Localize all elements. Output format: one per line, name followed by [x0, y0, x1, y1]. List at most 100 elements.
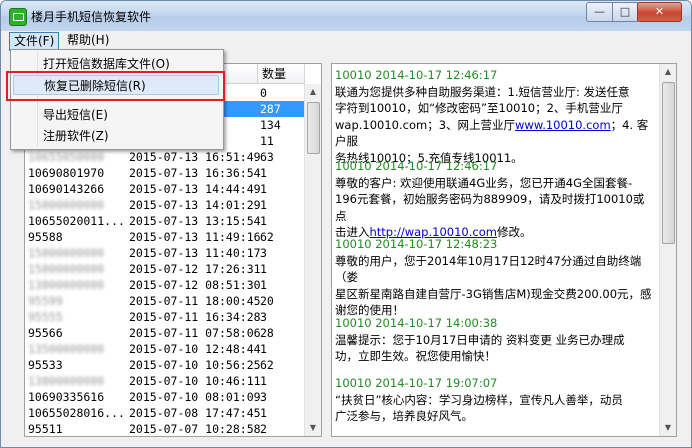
cell-count: 1: [260, 262, 267, 276]
cell-count: 3: [260, 390, 267, 404]
table-row[interactable]: 13500000000 2015-07-10 12:48:44 1: [25, 341, 321, 357]
cell-time: 2015-07-11 07:58:06: [129, 326, 261, 340]
scroll-down-icon[interactable]: ▼: [660, 420, 676, 436]
message-header: 10010 2014-10-17 14:00:38: [335, 316, 498, 330]
menu-help[interactable]: 帮助(H): [63, 32, 113, 49]
message-line: 广泛参与，培养良好风气。: [335, 409, 473, 423]
table-row[interactable]: 15800000000 2015-07-13 14:01:29 1: [25, 197, 321, 213]
close-button[interactable]: ✕: [637, 2, 682, 22]
scroll-thumb[interactable]: [662, 82, 675, 244]
cell-number: 95533: [28, 358, 63, 372]
cell-count: 2: [260, 422, 267, 436]
maximize-button[interactable]: □: [612, 2, 638, 22]
cell-count: 287: [260, 101, 281, 117]
cell-time: 2015-07-13 11:49:16: [129, 230, 261, 244]
scroll-thumb[interactable]: [307, 102, 320, 154]
cell-count: 1: [260, 214, 267, 228]
cell-number: 10690335616: [28, 390, 105, 404]
menu-item-register[interactable]: 注册软件(Z): [43, 126, 109, 146]
message-item: 10010 2014-10-17 12:48:23 尊敬的用户，您于2014年1…: [335, 236, 655, 319]
table-row[interactable]: 13800000000 2015-07-12 08:51:30 1: [25, 277, 321, 293]
message-line: wap.10010.com；3、网上营业厅www.10010.com；4. 客户…: [335, 117, 655, 150]
cell-count: 1: [260, 342, 267, 356]
table-row[interactable]: 10655020011... 2015-07-13 13:15:54 1: [25, 213, 321, 229]
column-header-count[interactable]: 数量: [258, 64, 305, 84]
cell-number: 15800000000: [28, 198, 105, 212]
cell-time: 2015-07-10 08:01:09: [129, 390, 261, 404]
cell-time: 2015-07-08 17:47:45: [129, 406, 261, 420]
cell-number: 13500000000: [28, 342, 105, 356]
table-row[interactable]: 95555 2015-07-11 16:34:28 3: [25, 309, 321, 325]
message-item: 10010 2014-10-17 12:46:17 联通为您提供多种自助服务渠道…: [335, 67, 655, 166]
message-line: 联通为您提供多种自助服务渠道：1.短信营业厅: 发送任意: [335, 84, 630, 99]
table-row[interactable]: 10655028016... 2015-07-08 17:47:45 1: [25, 405, 321, 421]
message-line: 尊敬的用户，您于2014年10月17日12时47分通过自助终端（娄: [335, 253, 642, 285]
cell-number: 95566: [28, 326, 63, 340]
table-row[interactable]: 95588 2015-07-13 11:49:16 62: [25, 229, 321, 245]
table-row[interactable]: 15800000000 2015-07-12 17:26:31 1: [25, 261, 321, 277]
cell-time: 2015-07-13 14:44:49: [129, 182, 261, 196]
list-scrollbar[interactable]: ▲ ▼: [304, 84, 321, 436]
cell-number: 13800000000: [28, 374, 105, 388]
message-item: 10010 2014-10-17 12:46:17 尊敬的客户: 欢迎使用联通4…: [335, 158, 655, 241]
minimize-button[interactable]: —: [586, 2, 613, 22]
cell-number: 10655028016...: [28, 406, 125, 420]
message-scrollbar[interactable]: ▲ ▼: [659, 64, 676, 436]
menu-item-export[interactable]: 导出短信(E): [43, 105, 108, 125]
cell-count: 0: [260, 86, 267, 100]
cell-count: 1: [260, 166, 267, 180]
app-icon: [9, 8, 27, 26]
cell-count: 1: [260, 374, 267, 388]
table-row[interactable]: 10690143266 2015-07-13 14:44:49 1: [25, 181, 321, 197]
cell-count: 1: [260, 406, 267, 420]
cell-count: 1: [260, 278, 267, 292]
table-row[interactable]: 13800000000 2015-07-10 10:46:11 1: [25, 373, 321, 389]
cell-count: 28: [260, 326, 274, 340]
table-row[interactable]: 95599 2015-07-11 18:00:45 20: [25, 293, 321, 309]
cell-number: 10690801970: [28, 166, 105, 180]
cell-count: 3: [260, 246, 267, 260]
message-line: 星区新星南路自建自营厅-3G销售店M)现金交费200.00元，感: [335, 286, 652, 301]
app-window: 楼月手机短信恢复软件 — □ ✕ 文件(F) 帮助(H) 数量 03628708…: [0, 0, 692, 448]
cell-number: 10655020011...: [28, 214, 125, 228]
table-row[interactable]: 95511 2015-07-07 10:28:58 2: [25, 421, 321, 436]
message-item: 10010 2014-10-17 14:00:38 温馨提示：您于10月17日申…: [335, 315, 655, 365]
cell-number: 95555: [28, 310, 63, 324]
cell-time: 2015-07-10 10:56:25: [129, 358, 261, 372]
table-row[interactable]: 10655050000 2015-07-13 16:51:49 63: [25, 149, 321, 165]
scroll-up-icon[interactable]: ▲: [660, 64, 676, 80]
message-header: 10010 2014-10-17 12:48:23: [335, 237, 498, 251]
cell-number: 13800000000: [28, 278, 105, 292]
message-header: 10010 2014-10-17 12:46:17: [335, 68, 498, 82]
table-row[interactable]: 15800000000 2015-07-13 11:40:17 3: [25, 245, 321, 261]
message-line: 196元套餐，初始服务密码为889909，请及时拨打10010或点: [335, 192, 645, 223]
title-bar[interactable]: 楼月手机短信恢复软件 — □ ✕: [1, 1, 691, 32]
cell-count: 62: [260, 230, 274, 244]
table-row[interactable]: 95533 2015-07-10 10:56:25 62: [25, 357, 321, 373]
cell-count: 11: [260, 134, 274, 148]
table-row[interactable]: 10690335616 2015-07-10 08:01:09 3: [25, 389, 321, 405]
cell-count: 1: [260, 198, 267, 212]
message-header: 10010 2014-10-17 12:46:17: [335, 159, 498, 173]
menu-bar: 文件(F) 帮助(H): [1, 31, 691, 51]
cell-number: 15800000000: [28, 262, 105, 276]
cell-number: 15800000000: [28, 246, 105, 260]
cell-number: 95599: [28, 294, 63, 308]
cell-time: 2015-07-10 12:48:44: [129, 342, 261, 356]
table-row[interactable]: 10690801970 2015-07-13 16:36:54 1: [25, 165, 321, 181]
cell-count: 134: [260, 118, 281, 132]
cell-time: 2015-07-10 10:46:11: [129, 374, 261, 388]
cell-number: 95511: [28, 422, 63, 436]
table-row[interactable]: 95566 2015-07-11 07:58:06 28: [25, 325, 321, 341]
scroll-up-icon[interactable]: ▲: [305, 84, 321, 100]
cell-time: 2015-07-11 18:00:45: [129, 294, 261, 308]
message-line: 尊敬的客户: 欢迎使用联通4G业务，您已开通4G全国套餐-: [335, 175, 633, 190]
cell-number: 10690143266: [28, 182, 105, 196]
window-title: 楼月手机短信恢复软件: [31, 10, 152, 24]
cell-time: 2015-07-13 14:01:29: [129, 198, 261, 212]
scroll-down-icon[interactable]: ▼: [305, 420, 321, 436]
cell-time: 2015-07-13 11:40:17: [129, 246, 261, 260]
cell-time: 2015-07-13 13:15:54: [129, 214, 261, 228]
message-panel[interactable]: 10010 2014-10-17 12:46:17 联通为您提供多种自助服务渠道…: [331, 63, 677, 437]
message-link[interactable]: www.10010.com: [515, 118, 611, 132]
